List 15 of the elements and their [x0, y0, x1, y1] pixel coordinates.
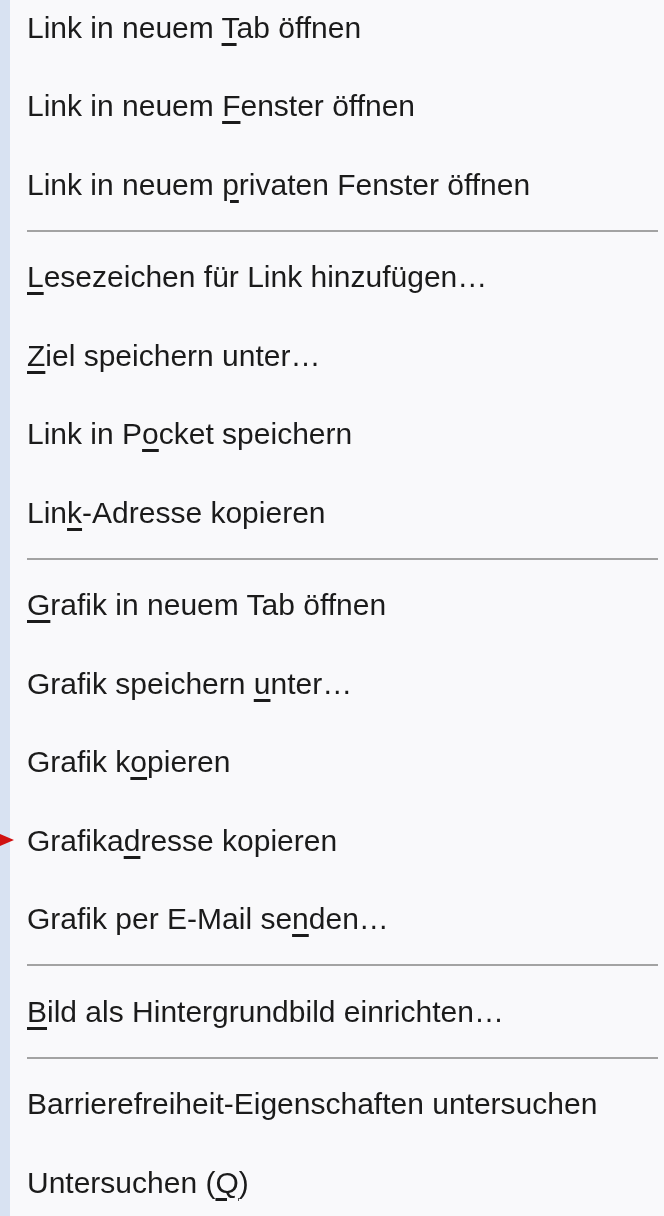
menu-item[interactable]: Ziel speichern unter…: [10, 316, 664, 395]
menu-item[interactable]: Grafik kopieren: [10, 722, 664, 801]
menu-item[interactable]: Link-Adresse kopieren: [10, 473, 664, 552]
menu-item[interactable]: Link in neuem Tab öffnen: [10, 0, 664, 67]
menu-item[interactable]: Grafik speichern unter…: [10, 644, 664, 723]
menu-item[interactable]: Grafik per E-Mail senden…: [10, 879, 664, 958]
menu-item[interactable]: Untersuchen (Q): [10, 1143, 664, 1216]
menu-item[interactable]: Link in Pocket speichern: [10, 394, 664, 473]
menu-item[interactable]: Bild als Hintergrundbild einrichten…: [10, 972, 664, 1051]
menu-item[interactable]: Lesezeichen für Link hinzufügen…: [10, 237, 664, 316]
menu-item[interactable]: Grafikadresse kopieren: [10, 801, 664, 880]
menu-item[interactable]: Grafik in neuem Tab öffnen: [10, 565, 664, 644]
menu-item[interactable]: Barrierefreiheit-Eigenschaften untersuchen: [10, 1064, 664, 1143]
menu-item[interactable]: Link in neuem Fenster öffnen: [10, 66, 664, 145]
menu-item[interactable]: Link in neuem privaten Fenster öffnen: [10, 145, 664, 224]
